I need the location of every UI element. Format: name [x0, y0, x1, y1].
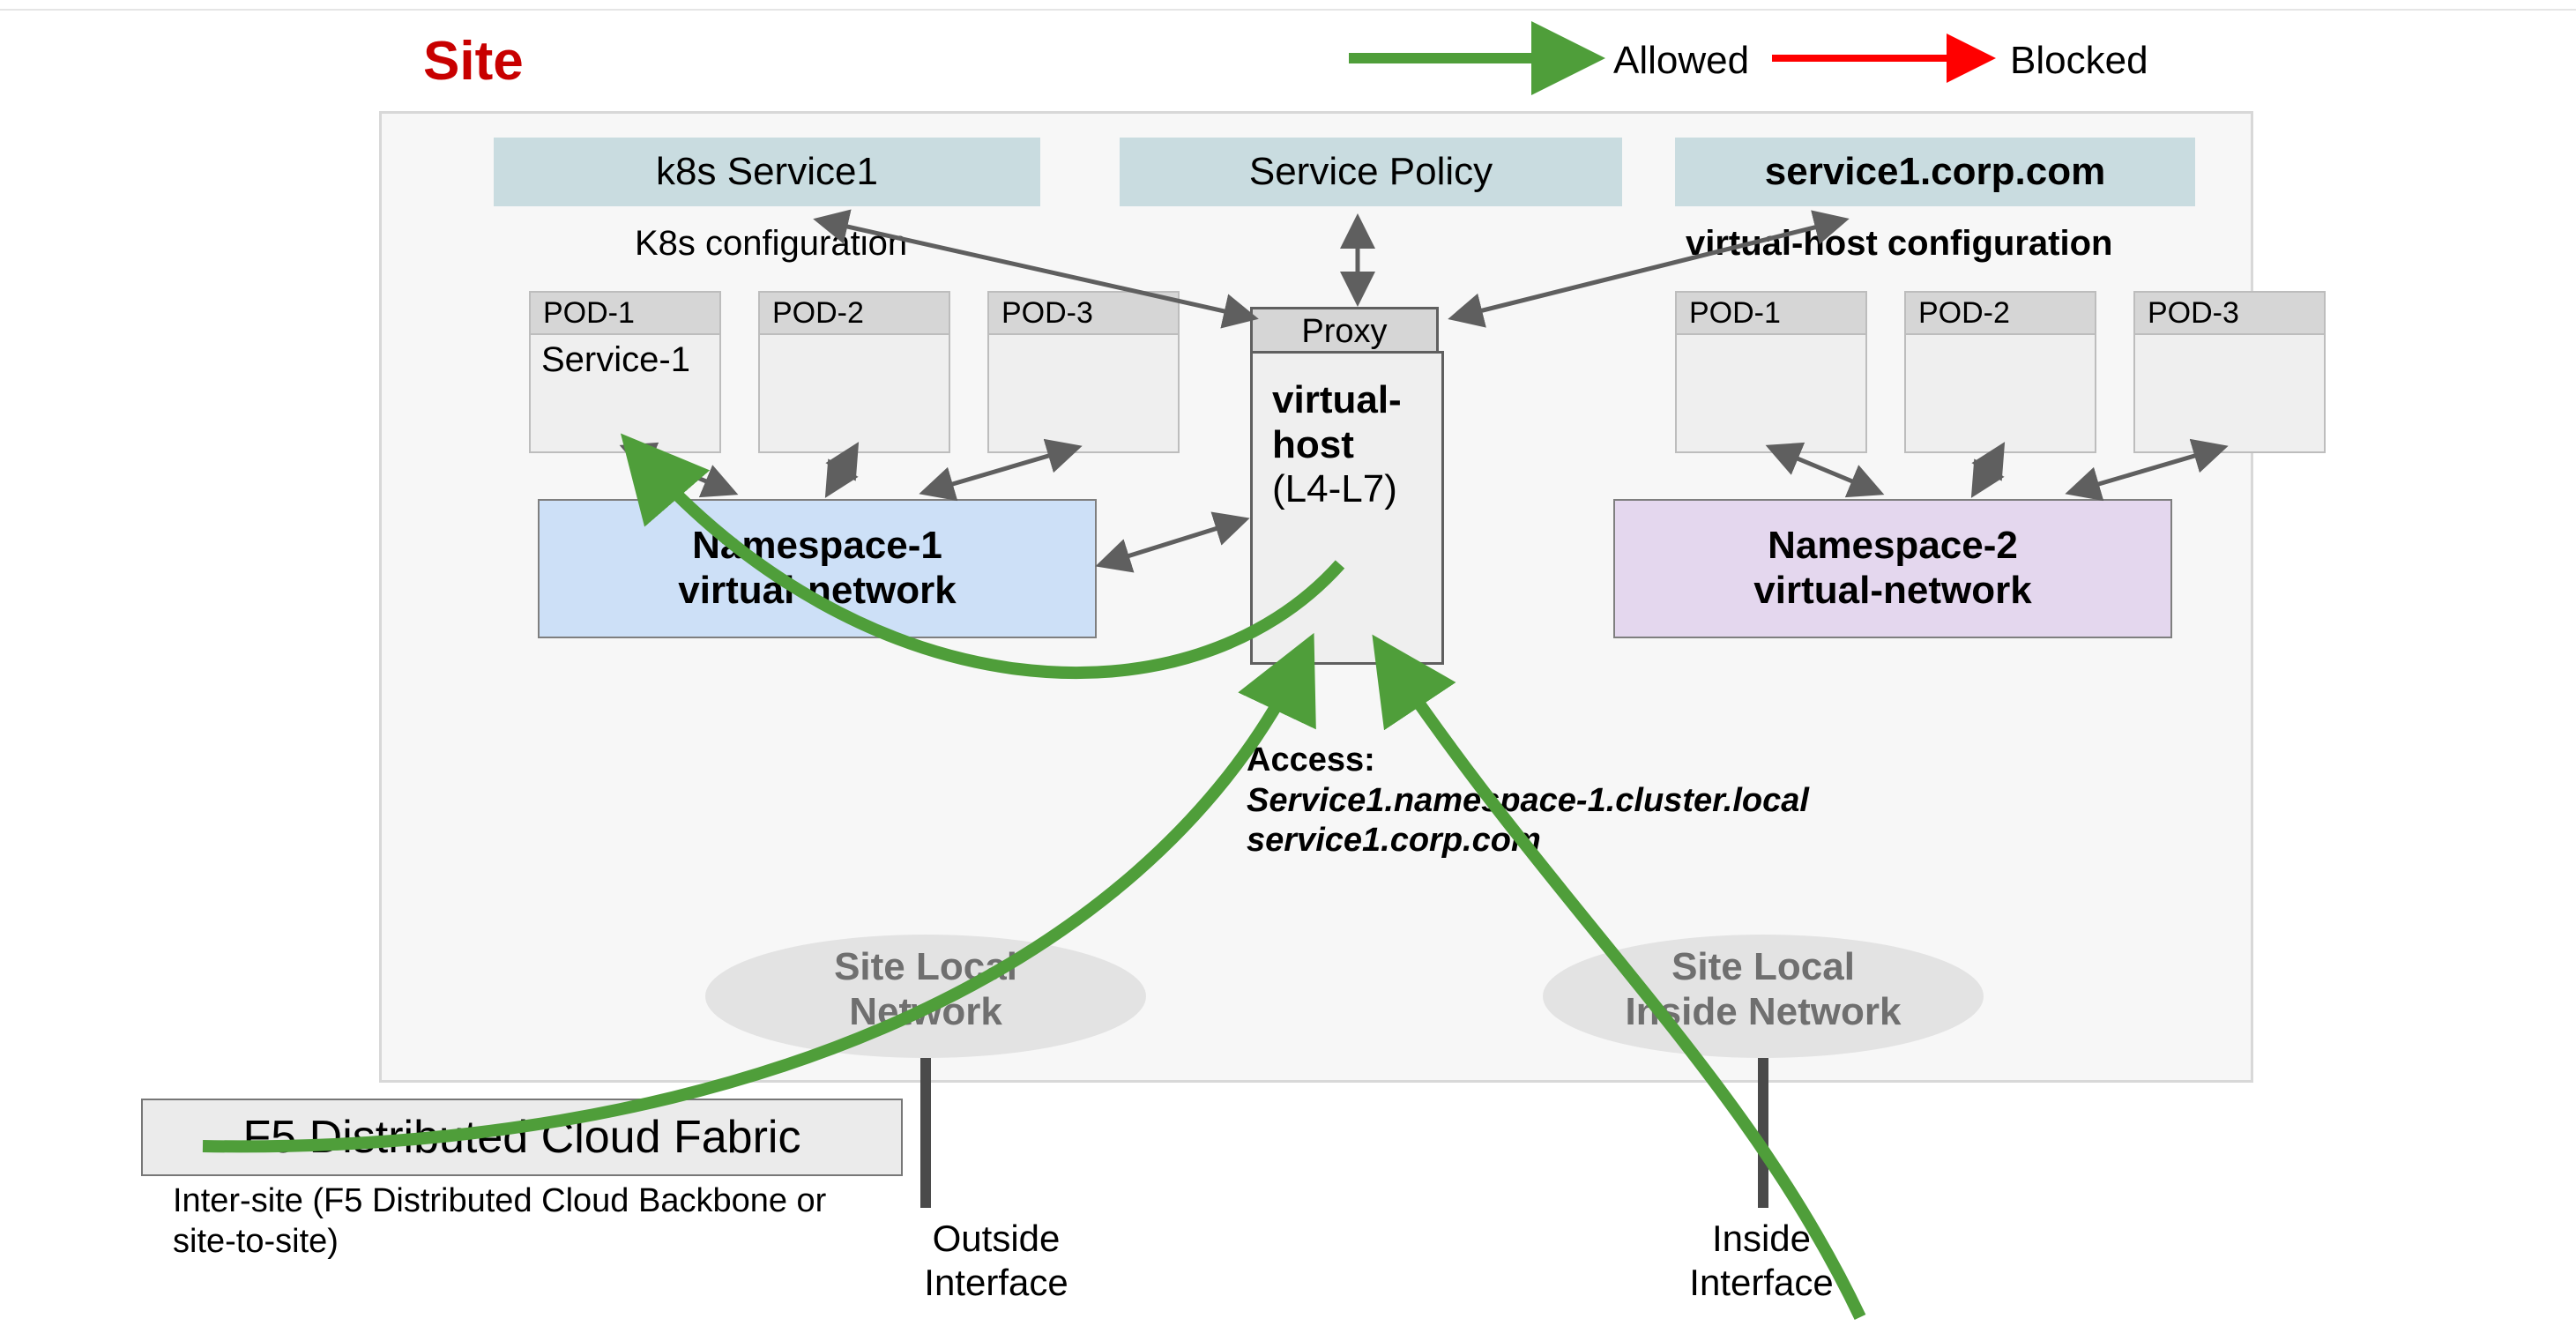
- access-line2: service1.corp.com: [1247, 821, 1809, 861]
- service-policy-card: Service Policy: [1120, 138, 1622, 206]
- left-pod-1-header: POD-1: [529, 291, 721, 335]
- right-pod-2-body: [1904, 333, 2096, 453]
- outside-interface-label: Outside Interface: [899, 1217, 1093, 1306]
- access-title: Access:: [1247, 741, 1809, 781]
- left-pod-3-header: POD-3: [987, 291, 1180, 335]
- namespace-2-box: Namespace-2 virtual-network: [1613, 499, 2172, 638]
- legend-allowed-label: Allowed: [1613, 39, 1749, 83]
- fabric-box: F5 Distributed Cloud Fabric: [141, 1099, 903, 1176]
- site-title: Site: [423, 30, 524, 93]
- namespace-1-box: Namespace-1 virtual-network: [538, 499, 1097, 638]
- access-line1: Service1.namespace-1.cluster.local: [1247, 781, 1809, 822]
- right-pod-1-header: POD-1: [1675, 291, 1867, 335]
- right-pod-3-body: [2133, 333, 2326, 453]
- proxy-body: virtual- host (L4-L7): [1250, 351, 1444, 665]
- namespace-2-sub: virtual-network: [1753, 569, 2031, 614]
- left-pod-2-header: POD-2: [758, 291, 950, 335]
- proxy-line2: host: [1272, 423, 1422, 468]
- vhost-config-caption: virtual-host configuration: [1686, 224, 2112, 264]
- proxy-line3: (L4-L7): [1272, 467, 1422, 512]
- service-domain-card: service1.corp.com: [1675, 138, 2195, 206]
- k8s-config-caption: K8s configuration: [635, 224, 907, 264]
- k8s-service-card: k8s Service1: [494, 138, 1040, 206]
- site-local-inside-network-label: Site Local Inside Network: [1622, 945, 1904, 1034]
- right-pod-3-header: POD-3: [2133, 291, 2326, 335]
- left-pod-3-body: [987, 333, 1180, 453]
- inside-interface-label: Inside Interface: [1664, 1217, 1858, 1306]
- right-pod-1-body: [1675, 333, 1867, 453]
- namespace-2-title: Namespace-2: [1768, 524, 2018, 569]
- namespace-1-sub: virtual-network: [678, 569, 956, 614]
- legend-blocked-label: Blocked: [2010, 39, 2148, 83]
- diagram-canvas: Site Allowed Blocked k8s Service1 Servic…: [0, 0, 2576, 1326]
- site-local-network-label: Site Local Network: [811, 945, 1040, 1034]
- right-pod-2-header: POD-2: [1904, 291, 2096, 335]
- proxy-line1: virtual-: [1272, 378, 1422, 423]
- proxy-header: Proxy: [1250, 307, 1439, 354]
- left-pod-1-body: Service-1: [529, 333, 721, 453]
- left-pod-2-body: [758, 333, 950, 453]
- namespace-1-title: Namespace-1: [692, 524, 942, 569]
- access-block: Access: Service1.namespace-1.cluster.loc…: [1247, 741, 1809, 861]
- top-divider: [0, 9, 2576, 11]
- fabric-caption: Inter-site (F5 Distributed Cloud Backbon…: [173, 1181, 826, 1262]
